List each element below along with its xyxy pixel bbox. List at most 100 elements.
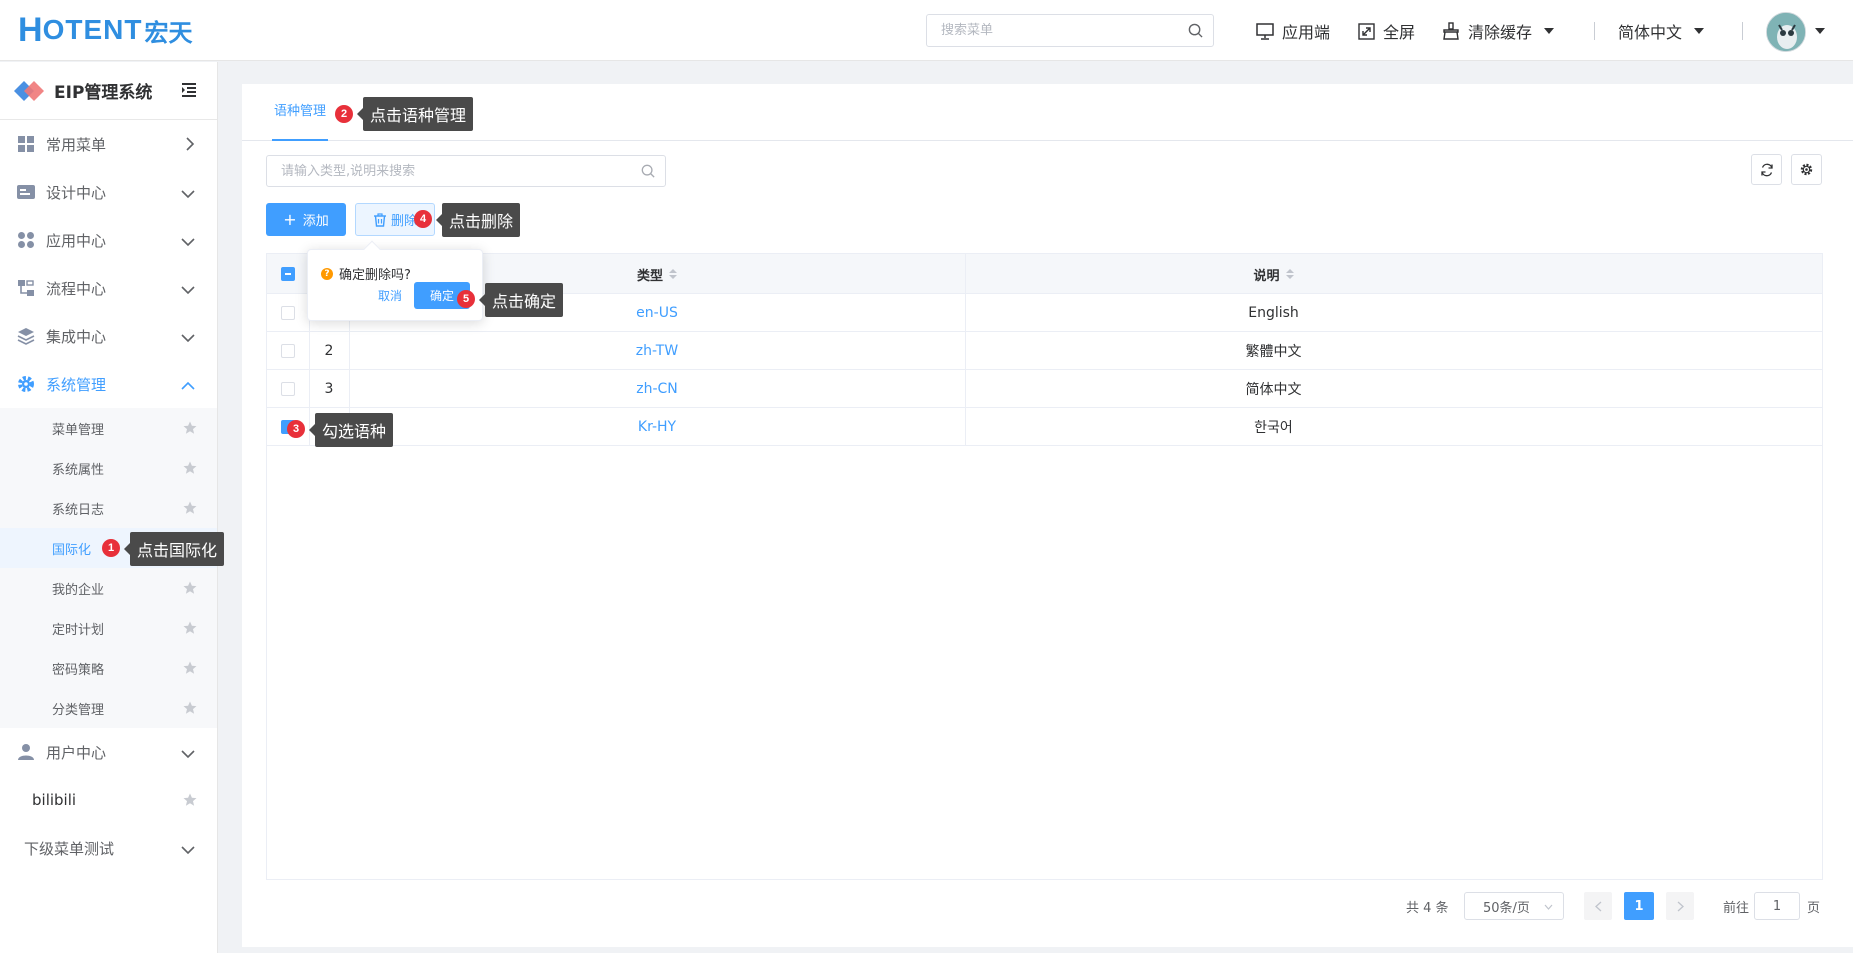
row-checkbox-cell[interactable] bbox=[267, 294, 309, 331]
column-divider bbox=[965, 254, 966, 446]
system-submenu: 菜单管理 系统属性 系统日志 国际化 我的企业 定时计划 密码策略 分类管理 bbox=[0, 408, 217, 728]
table-row[interactable]: 2 zh-TW 繁體中文 bbox=[267, 332, 1822, 370]
row-type-link[interactable]: zh-TW bbox=[349, 332, 965, 369]
star-icon[interactable] bbox=[183, 701, 197, 719]
menu-app-center[interactable]: 应用中心 bbox=[0, 216, 217, 264]
star-icon[interactable] bbox=[183, 501, 197, 519]
collapse-menu-icon[interactable] bbox=[181, 82, 197, 102]
submenu-label: 国际化 bbox=[52, 542, 92, 558]
row-checkbox[interactable] bbox=[281, 343, 295, 358]
menu-search[interactable] bbox=[926, 14, 1214, 47]
star-icon[interactable] bbox=[183, 661, 197, 679]
goto-page-input[interactable]: 1 bbox=[1754, 892, 1800, 920]
chevron-down-icon bbox=[181, 841, 195, 859]
submenu-item-scheduled-plan[interactable]: 定时计划 bbox=[0, 608, 217, 648]
brand-logo-cn: 宏天 bbox=[144, 18, 193, 47]
column-header-desc[interactable]: 说明 bbox=[965, 254, 1582, 294]
menu-label: 用户中心 bbox=[46, 743, 107, 762]
table-row[interactable]: 4 Kr-HY 한국어 bbox=[267, 408, 1822, 446]
trash-icon bbox=[373, 212, 386, 227]
chevron-down-icon[interactable] bbox=[1544, 28, 1555, 34]
system-title: EIP管理系统 bbox=[54, 83, 153, 103]
row-desc: 한국어 bbox=[1254, 419, 1293, 436]
language-table: 类型 说明 1 en-US English 2 zh-TW 繁體中文 3 zh-… bbox=[266, 253, 1823, 880]
page-number-current[interactable]: 1 bbox=[1624, 892, 1654, 920]
fullscreen-button[interactable]: 全屏 bbox=[1358, 19, 1415, 43]
refresh-button[interactable] bbox=[1751, 154, 1782, 185]
star-icon[interactable] bbox=[183, 421, 197, 439]
monitor-icon bbox=[1256, 22, 1274, 40]
table-search[interactable] bbox=[266, 155, 666, 187]
submenu-item-menu-management[interactable]: 菜单管理 bbox=[0, 408, 217, 448]
header-select-all[interactable] bbox=[267, 254, 309, 294]
row-checkbox[interactable] bbox=[281, 381, 295, 396]
menu-common[interactable]: 常用菜单 bbox=[0, 120, 217, 168]
menu-bilibili[interactable]: bilibili bbox=[0, 776, 217, 824]
brand-logo-h: H bbox=[18, 11, 43, 49]
settings-button[interactable] bbox=[1791, 154, 1822, 185]
menu-flow-center[interactable]: 流程中心 bbox=[0, 264, 217, 312]
submenu-label: 系统日志 bbox=[52, 502, 105, 518]
popconfirm-cancel-button[interactable]: 取消 bbox=[378, 287, 402, 304]
app-side-button[interactable]: 应用端 bbox=[1256, 19, 1330, 43]
language-select[interactable]: 简体中文 bbox=[1618, 19, 1705, 43]
submenu-item-category-management[interactable]: 分类管理 bbox=[0, 688, 217, 728]
chevron-down-icon bbox=[181, 745, 195, 763]
prev-page-button[interactable] bbox=[1584, 892, 1612, 920]
gear-icon bbox=[16, 374, 36, 394]
chevron-right-icon bbox=[185, 137, 195, 155]
row-checkbox-cell[interactable] bbox=[267, 332, 309, 369]
menu-sub-test[interactable]: 下级菜单测试 bbox=[0, 824, 217, 872]
menu-label: bilibili bbox=[32, 791, 77, 809]
delete-popconfirm: ? 确定删除吗? 取消 确定 bbox=[307, 240, 483, 321]
menu-label: 流程中心 bbox=[46, 279, 107, 298]
menu-system-management[interactable]: 系统管理 bbox=[0, 360, 217, 408]
tab-language-management[interactable]: 语种管理 bbox=[272, 84, 329, 141]
brand-logo[interactable]: H OTENT 宏天 bbox=[18, 12, 192, 48]
row-checkbox-cell[interactable] bbox=[267, 370, 309, 407]
user-icon bbox=[16, 742, 36, 762]
submenu-item-system-log[interactable]: 系统日志 bbox=[0, 488, 217, 528]
user-avatar[interactable] bbox=[1766, 12, 1806, 52]
chevron-down-icon[interactable] bbox=[1815, 28, 1825, 34]
menu-label: 集成中心 bbox=[46, 327, 107, 346]
step-badge-2: 2 bbox=[335, 105, 353, 123]
row-index: 2 bbox=[324, 342, 334, 359]
next-page-button[interactable] bbox=[1666, 892, 1694, 920]
menu-search-input[interactable] bbox=[941, 15, 1181, 46]
row-checkbox[interactable] bbox=[281, 305, 295, 320]
sort-icon[interactable] bbox=[1285, 269, 1294, 279]
search-icon[interactable] bbox=[641, 164, 655, 182]
app-side-label: 应用端 bbox=[1282, 23, 1331, 42]
star-icon[interactable] bbox=[183, 581, 197, 599]
star-icon[interactable] bbox=[183, 621, 197, 639]
tab-bar: 语种管理 bbox=[242, 84, 1853, 141]
table-search-input[interactable] bbox=[281, 156, 641, 186]
star-icon[interactable] bbox=[183, 793, 197, 811]
row-type-link[interactable]: zh-CN bbox=[349, 370, 965, 407]
fullscreen-label: 全屏 bbox=[1383, 23, 1416, 42]
star-icon[interactable] bbox=[183, 461, 197, 479]
sort-icon[interactable] bbox=[669, 269, 677, 279]
page-size-select[interactable]: 50条/页 bbox=[1464, 892, 1564, 920]
submenu-item-system-properties[interactable]: 系统属性 bbox=[0, 448, 217, 488]
chevron-down-icon bbox=[181, 281, 195, 299]
layers-icon bbox=[16, 326, 36, 346]
step-badge-3: 3 bbox=[287, 420, 305, 438]
clear-cache-button[interactable]: 清除缓存 bbox=[1442, 19, 1555, 43]
step-badge-4: 4 bbox=[414, 210, 432, 228]
submenu-item-my-enterprise[interactable]: 我的企业 bbox=[0, 568, 217, 608]
apps-icon bbox=[16, 230, 36, 250]
row-type-link[interactable]: Kr-HY bbox=[349, 408, 965, 445]
menu-user-center[interactable]: 用户中心 bbox=[0, 728, 217, 776]
submenu-item-password-policy[interactable]: 密码策略 bbox=[0, 648, 217, 688]
goto-suffix: 页 bbox=[1807, 900, 1821, 916]
select-all-checkbox[interactable] bbox=[281, 267, 295, 281]
menu-integration-center[interactable]: 集成中心 bbox=[0, 312, 217, 360]
pagination-total: 共 4 条 bbox=[1406, 900, 1449, 916]
menu-design-center[interactable]: 设计中心 bbox=[0, 168, 217, 216]
chevron-left-icon bbox=[1594, 901, 1601, 911]
search-icon[interactable] bbox=[1188, 23, 1203, 42]
table-row[interactable]: 3 zh-CN 简体中文 bbox=[267, 370, 1822, 408]
add-button[interactable]: + 添加 bbox=[266, 203, 346, 236]
